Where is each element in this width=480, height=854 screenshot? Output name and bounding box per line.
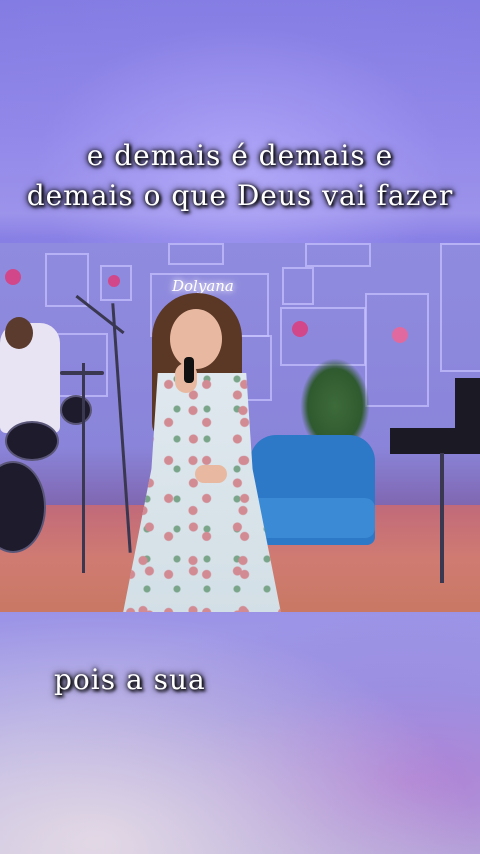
keyboard-stand [440, 453, 444, 583]
wall-panel [282, 267, 314, 305]
monitor [455, 378, 480, 430]
microphone [184, 357, 194, 383]
cymbal [60, 371, 104, 375]
wall-flower-decoration [392, 327, 408, 343]
neon-sign: Dolyana [172, 277, 234, 295]
caption-line-2: demais o que Deus vai fazer [26, 179, 454, 212]
cymbal-stand [82, 363, 85, 573]
wall-panel [168, 243, 224, 265]
wall-panel [440, 243, 480, 372]
snare-drum [5, 421, 59, 461]
wall-flower-decoration [108, 275, 120, 287]
wall-panel [305, 243, 371, 267]
drummer-head [5, 317, 33, 349]
potted-plant [300, 358, 370, 438]
caption-line-1: e demais é demais e [86, 139, 394, 172]
top-caption: e demais é demais e demais o que Deus va… [0, 136, 480, 216]
wall-flower-decoration [5, 269, 21, 285]
tom-drum [60, 395, 92, 425]
blurred-background-bottom [0, 612, 480, 854]
bottom-caption: pois a sua [54, 663, 206, 696]
wall-flower-decoration [292, 321, 308, 337]
wall-panel [365, 293, 429, 407]
singer-hand [195, 465, 227, 483]
video-frame[interactable]: Dolyana [0, 243, 480, 612]
singer-face [170, 309, 222, 369]
wall-panel [54, 333, 108, 397]
keyboard-instrument [390, 428, 480, 454]
